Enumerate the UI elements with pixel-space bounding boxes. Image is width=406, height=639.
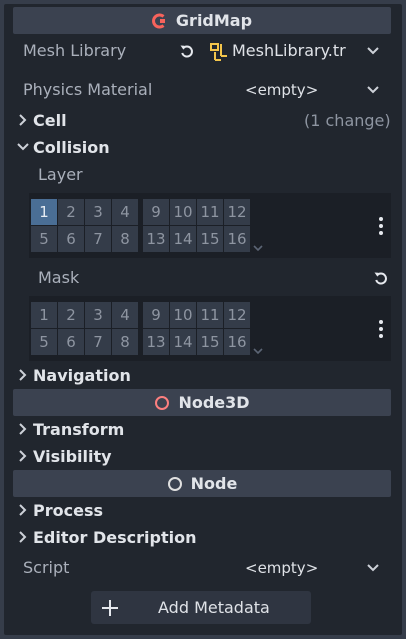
layer-bit[interactable]: 13: [143, 226, 169, 252]
add-metadata-label: Add Metadata: [158, 598, 270, 617]
layer-bit[interactable]: 6: [58, 226, 84, 252]
revert-icon[interactable]: [178, 42, 198, 62]
mesh-library-icon: [210, 43, 230, 63]
layer-bit[interactable]: 4: [112, 199, 138, 225]
section-visibility[interactable]: Visibility: [17, 445, 392, 467]
layer-bit[interactable]: 9: [143, 199, 169, 225]
mask-bit[interactable]: 13: [143, 329, 169, 355]
add-metadata-button[interactable]: Add Metadata: [91, 591, 311, 624]
mask-bit[interactable]: 9: [143, 302, 169, 328]
node3d-icon: [155, 395, 170, 410]
layer-bit[interactable]: 11: [197, 199, 223, 225]
mask-bit[interactable]: 2: [58, 302, 84, 328]
mask-bit[interactable]: 10: [170, 302, 196, 328]
layer-bit[interactable]: 12: [224, 199, 250, 225]
section-editor-description[interactable]: Editor Description: [17, 526, 392, 548]
mask-revert-icon[interactable]: [372, 269, 392, 289]
chevron-down-icon: [17, 141, 29, 153]
node3d-title: Node3D: [178, 393, 250, 412]
mask-bit[interactable]: 1: [31, 302, 57, 328]
cell-change-count: (1 change): [304, 111, 391, 130]
chevron-right-icon: [17, 423, 29, 435]
layer-bit[interactable]: 16: [224, 226, 250, 252]
chevron-right-icon: [17, 450, 29, 462]
section-collision[interactable]: Collision: [17, 136, 392, 158]
physics-material-value[interactable]: <empty>: [245, 81, 318, 99]
section-visibility-label: Visibility: [33, 446, 112, 466]
mask-bit-field: 1 2 3 4 9 10 11 12 5 6 7 8 13 14 15 16: [29, 296, 391, 361]
mask-label: Mask: [38, 268, 80, 287]
node-class-header: Node: [13, 470, 391, 497]
gridmap-title: GridMap: [175, 11, 253, 30]
script-value[interactable]: <empty>: [245, 559, 318, 577]
mask-bit[interactable]: 7: [85, 329, 111, 355]
physics-material-label: Physics Material: [23, 80, 153, 99]
section-collision-label: Collision: [33, 137, 110, 157]
gridmap-icon: [151, 13, 165, 28]
mask-bit[interactable]: 14: [170, 329, 196, 355]
layer-bit[interactable]: 3: [85, 199, 111, 225]
section-cell-label: Cell: [33, 110, 67, 130]
layer-options-icon[interactable]: [375, 213, 387, 239]
layer-bit-field: 1 2 3 4 9 10 11 12 5 6 7 8 13 14 15 16: [29, 193, 391, 258]
section-navigation[interactable]: Navigation: [17, 364, 392, 386]
chevron-right-icon: [17, 114, 29, 126]
chevron-right-icon: [17, 531, 29, 543]
mask-bit[interactable]: 5: [31, 329, 57, 355]
chevron-right-icon: [17, 504, 29, 516]
mesh-library-value[interactable]: MeshLibrary.tr: [232, 41, 346, 60]
physics-material-dropdown-icon[interactable]: [366, 83, 380, 97]
mask-bit[interactable]: 4: [112, 302, 138, 328]
mask-bit[interactable]: 11: [197, 302, 223, 328]
mask-bit[interactable]: 15: [197, 329, 223, 355]
mesh-library-dropdown-icon[interactable]: [366, 44, 380, 58]
section-transform[interactable]: Transform: [17, 418, 392, 440]
gridmap-class-header: GridMap: [13, 7, 391, 34]
section-editor-description-label: Editor Description: [33, 527, 197, 547]
script-dropdown-icon[interactable]: [366, 561, 380, 575]
section-transform-label: Transform: [33, 419, 125, 439]
layer-bit[interactable]: 2: [58, 199, 84, 225]
mask-bit[interactable]: 12: [224, 302, 250, 328]
layer-bit[interactable]: 15: [197, 226, 223, 252]
layer-bit[interactable]: 1: [31, 199, 57, 225]
layer-bit[interactable]: 14: [170, 226, 196, 252]
layer-bit[interactable]: 7: [85, 226, 111, 252]
layer-bit[interactable]: 8: [112, 226, 138, 252]
node3d-class-header: Node3D: [13, 389, 391, 416]
mask-bit[interactable]: 8: [112, 329, 138, 355]
chevron-right-icon: [17, 369, 29, 381]
expand-chevron-icon[interactable]: [253, 340, 265, 355]
mesh-library-label: Mesh Library: [23, 41, 127, 60]
section-process[interactable]: Process: [17, 499, 392, 521]
node-title: Node: [190, 474, 238, 493]
layer-bit[interactable]: 5: [31, 226, 57, 252]
layer-bit[interactable]: 10: [170, 199, 196, 225]
expand-chevron-icon[interactable]: [253, 237, 265, 252]
mask-bit[interactable]: 6: [58, 329, 84, 355]
script-label: Script: [23, 558, 70, 577]
plus-icon: [102, 599, 118, 616]
layer-label: Layer: [38, 165, 83, 184]
mask-bit[interactable]: 3: [85, 302, 111, 328]
inspector-panel: GridMap Mesh Library MeshLibrary.tr Phys…: [4, 4, 402, 635]
section-process-label: Process: [33, 500, 103, 520]
mask-bit[interactable]: 16: [224, 329, 250, 355]
mask-options-icon[interactable]: [375, 316, 387, 342]
node-icon: [167, 476, 182, 491]
section-navigation-label: Navigation: [33, 365, 131, 385]
